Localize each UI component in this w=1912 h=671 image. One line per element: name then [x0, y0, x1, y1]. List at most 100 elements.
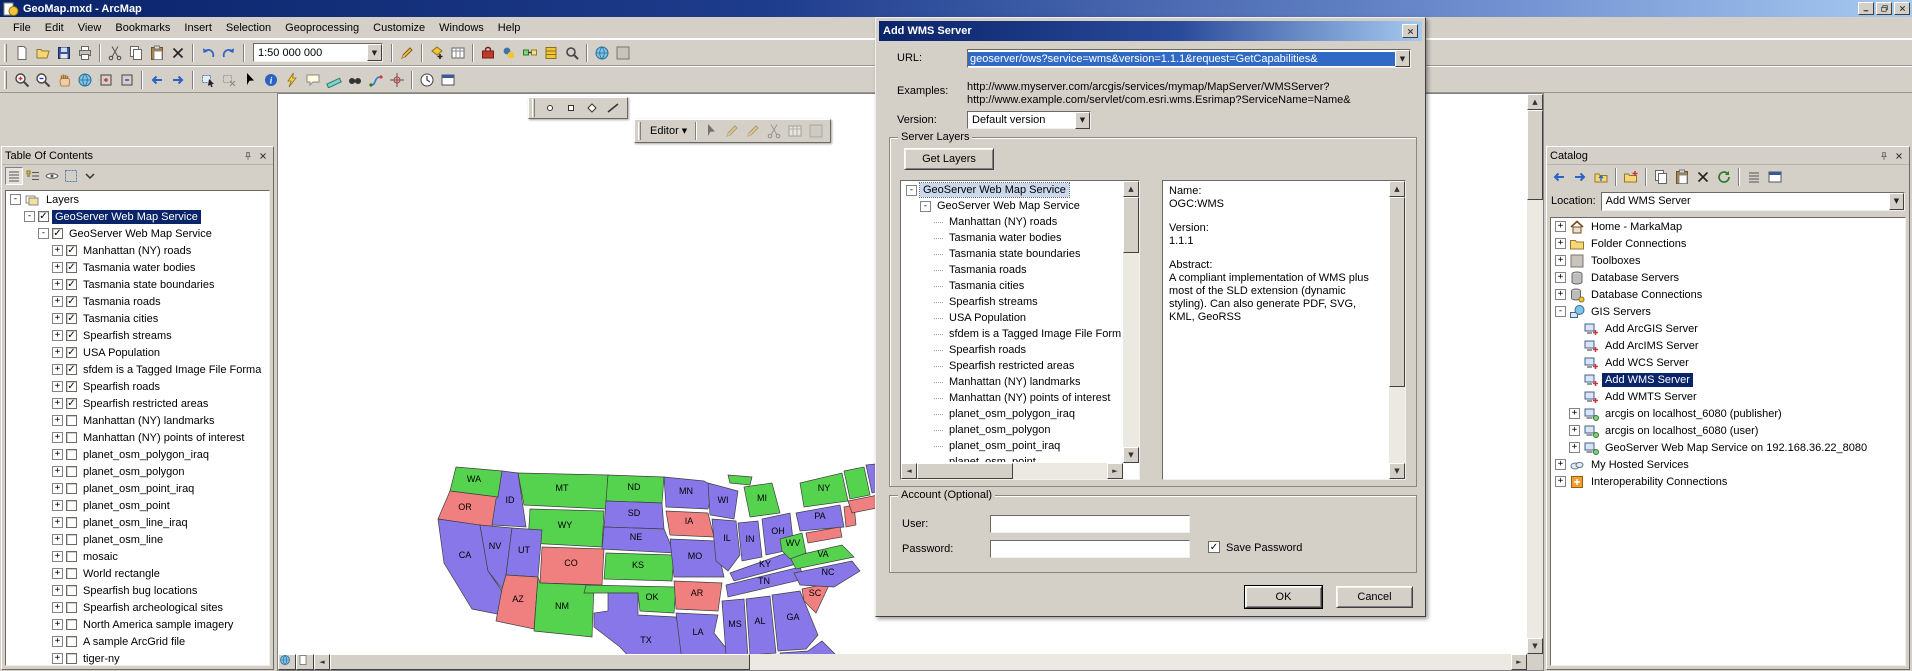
visibility-checkbox[interactable] [66, 534, 77, 545]
menu-item-file[interactable]: File [6, 19, 38, 37]
visibility-checkbox[interactable]: ✓ [66, 296, 77, 307]
close-button[interactable] [1894, 2, 1910, 15]
tree-vertical-scrollbar[interactable]: ▲ ▼ [1123, 181, 1139, 463]
toc-layer[interactable]: +planet_osm_point [6, 497, 269, 514]
wms-tree-layer[interactable]: Spearfish restricted areas [902, 358, 1122, 374]
visibility-checkbox[interactable] [66, 432, 77, 443]
wms-tree-layer[interactable]: Tasmania cities [902, 278, 1122, 294]
attributes-button[interactable] [785, 121, 805, 141]
expand-toggle[interactable]: + [52, 296, 63, 307]
visibility-checkbox[interactable]: ✓ [66, 330, 77, 341]
catalog-item[interactable]: +GeoServer Web Map Service on 192.168.36… [1551, 439, 1905, 456]
visibility-checkbox[interactable] [66, 415, 77, 426]
wms-tree-layer[interactable]: Manhattan (NY) roads [902, 214, 1122, 230]
visibility-checkbox[interactable] [66, 449, 77, 460]
pencil-tool-button[interactable] [722, 121, 742, 141]
wms-tree-layer[interactable]: USA Population [902, 310, 1122, 326]
catalog-item[interactable]: Add ArcIMS Server [1551, 337, 1905, 354]
toc-layer[interactable]: +Manhattan (NY) points of interest [6, 429, 269, 446]
copy-button[interactable] [126, 43, 146, 63]
toc-layer[interactable]: +✓Tasmania state boundaries [6, 276, 269, 293]
expand-toggle[interactable]: - [38, 228, 49, 239]
toc-group[interactable]: -✓GeoServer Web Map Service [6, 208, 269, 225]
scroll-down-arrow[interactable]: ▼ [1527, 638, 1543, 654]
find-route-button[interactable] [366, 70, 386, 90]
catalog-item[interactable]: Add ArcGIS Server [1551, 320, 1905, 337]
select-elements-button[interactable] [701, 121, 721, 141]
expand-toggle[interactable]: + [52, 500, 63, 511]
expand-toggle[interactable]: + [1555, 255, 1566, 266]
toc-layer[interactable]: +North America sample imagery [6, 616, 269, 633]
delete-button[interactable] [1693, 167, 1713, 187]
up-one-level-button[interactable] [1591, 167, 1611, 187]
expand-toggle[interactable]: + [1555, 289, 1566, 300]
table-options-button[interactable] [448, 43, 468, 63]
data-view-button[interactable] [278, 654, 296, 670]
catalog-item[interactable]: +Toolboxes [1551, 252, 1905, 269]
new-document-button[interactable] [12, 43, 32, 63]
version-combobox[interactable]: Default version ▼ [967, 111, 1091, 129]
wms-tree-layer[interactable]: Spearfish roads [902, 342, 1122, 358]
paste-button[interactable] [147, 43, 167, 63]
scroll-right-arrow[interactable]: ► [1107, 463, 1123, 479]
expand-toggle[interactable]: + [1569, 425, 1580, 436]
catalog-item[interactable]: +Folder Connections [1551, 235, 1905, 252]
catalog-item[interactable]: Add WMS Server [1551, 371, 1905, 388]
toc-layer[interactable]: +planet_osm_polygon_iraq [6, 446, 269, 463]
visibility-checkbox[interactable]: ✓ [38, 211, 49, 222]
paste-button[interactable] [1672, 167, 1692, 187]
toc-subgroup[interactable]: -✓GeoServer Web Map Service [6, 225, 269, 242]
location-dropdown-arrow[interactable]: ▼ [1889, 193, 1904, 210]
scroll-thumb[interactable] [1389, 197, 1405, 387]
catalog-item[interactable]: Add WCS Server [1551, 354, 1905, 371]
scroll-right-arrow[interactable]: ► [1511, 654, 1527, 670]
fixed-zoom-in-button[interactable] [96, 70, 116, 90]
time-slider-button[interactable] [417, 70, 437, 90]
catalog-item[interactable]: Add WMTS Server [1551, 388, 1905, 405]
expand-toggle[interactable]: + [1555, 238, 1566, 249]
expand-toggle[interactable]: + [52, 364, 63, 375]
wms-tree-root[interactable]: -GeoServer Web Map Service [902, 182, 1122, 198]
arcscene-button[interactable] [613, 43, 633, 63]
visibility-checkbox[interactable]: ✓ [66, 347, 77, 358]
password-input[interactable] [990, 540, 1190, 558]
expand-toggle[interactable]: + [52, 653, 63, 664]
map-scale-combobox[interactable]: 1:50 000 000 ▼ [253, 43, 383, 62]
visibility-checkbox[interactable]: ✓ [66, 381, 77, 392]
catalog-item[interactable]: +Database Servers [1551, 269, 1905, 286]
list-source-button[interactable] [24, 167, 42, 185]
wms-tree-layer[interactable]: Tasmania state boundaries [902, 246, 1122, 262]
close-icon[interactable] [255, 149, 270, 163]
toc-layer[interactable]: +✓sfdem is a Tagged Image File Forma [6, 361, 269, 378]
server-layers-tree[interactable]: -GeoServer Web Map Service-GeoServer Web… [900, 180, 1140, 480]
visibility-checkbox[interactable]: ✓ [66, 398, 77, 409]
find-button[interactable] [345, 70, 365, 90]
list-selection-button[interactable] [62, 167, 80, 185]
scale-dropdown-arrow[interactable]: ▼ [367, 44, 382, 61]
wms-tree-layer[interactable]: planet_osm_polygon_iraq [902, 406, 1122, 422]
expand-toggle[interactable]: - [1555, 306, 1566, 317]
expand-toggle[interactable]: + [52, 262, 63, 273]
expand-toggle[interactable]: + [52, 551, 63, 562]
visibility-checkbox[interactable]: ✓ [66, 262, 77, 273]
toc-layer[interactable]: +✓Tasmania cities [6, 310, 269, 327]
toc-layer[interactable]: +✓Manhattan (NY) roads [6, 242, 269, 259]
url-combobox[interactable]: geoserver/ows?service=wms&version=1.1.1&… [967, 49, 1411, 68]
launch-window-button[interactable] [1765, 167, 1785, 187]
expand-toggle[interactable]: + [52, 619, 63, 630]
visibility-checkbox[interactable]: ✓ [66, 313, 77, 324]
catalog-window-button[interactable] [541, 43, 561, 63]
visibility-checkbox[interactable] [66, 551, 77, 562]
url-value-selected[interactable]: geoserver/ows?service=wms&version=1.1.1&… [968, 52, 1395, 66]
expand-toggle[interactable]: + [52, 432, 63, 443]
expand-toggle[interactable]: + [1555, 476, 1566, 487]
toolbar-grip[interactable] [4, 44, 7, 62]
visibility-checkbox[interactable] [66, 636, 77, 647]
scroll-down-arrow[interactable]: ▼ [1389, 463, 1405, 479]
expand-toggle[interactable]: - [24, 211, 35, 222]
hyperlink-button[interactable] [282, 70, 302, 90]
identify-button[interactable]: i [261, 70, 281, 90]
go-to-xy-button[interactable] [387, 70, 407, 90]
toc-layer[interactable]: +✓USA Population [6, 344, 269, 361]
sketch-properties-button[interactable] [806, 121, 826, 141]
